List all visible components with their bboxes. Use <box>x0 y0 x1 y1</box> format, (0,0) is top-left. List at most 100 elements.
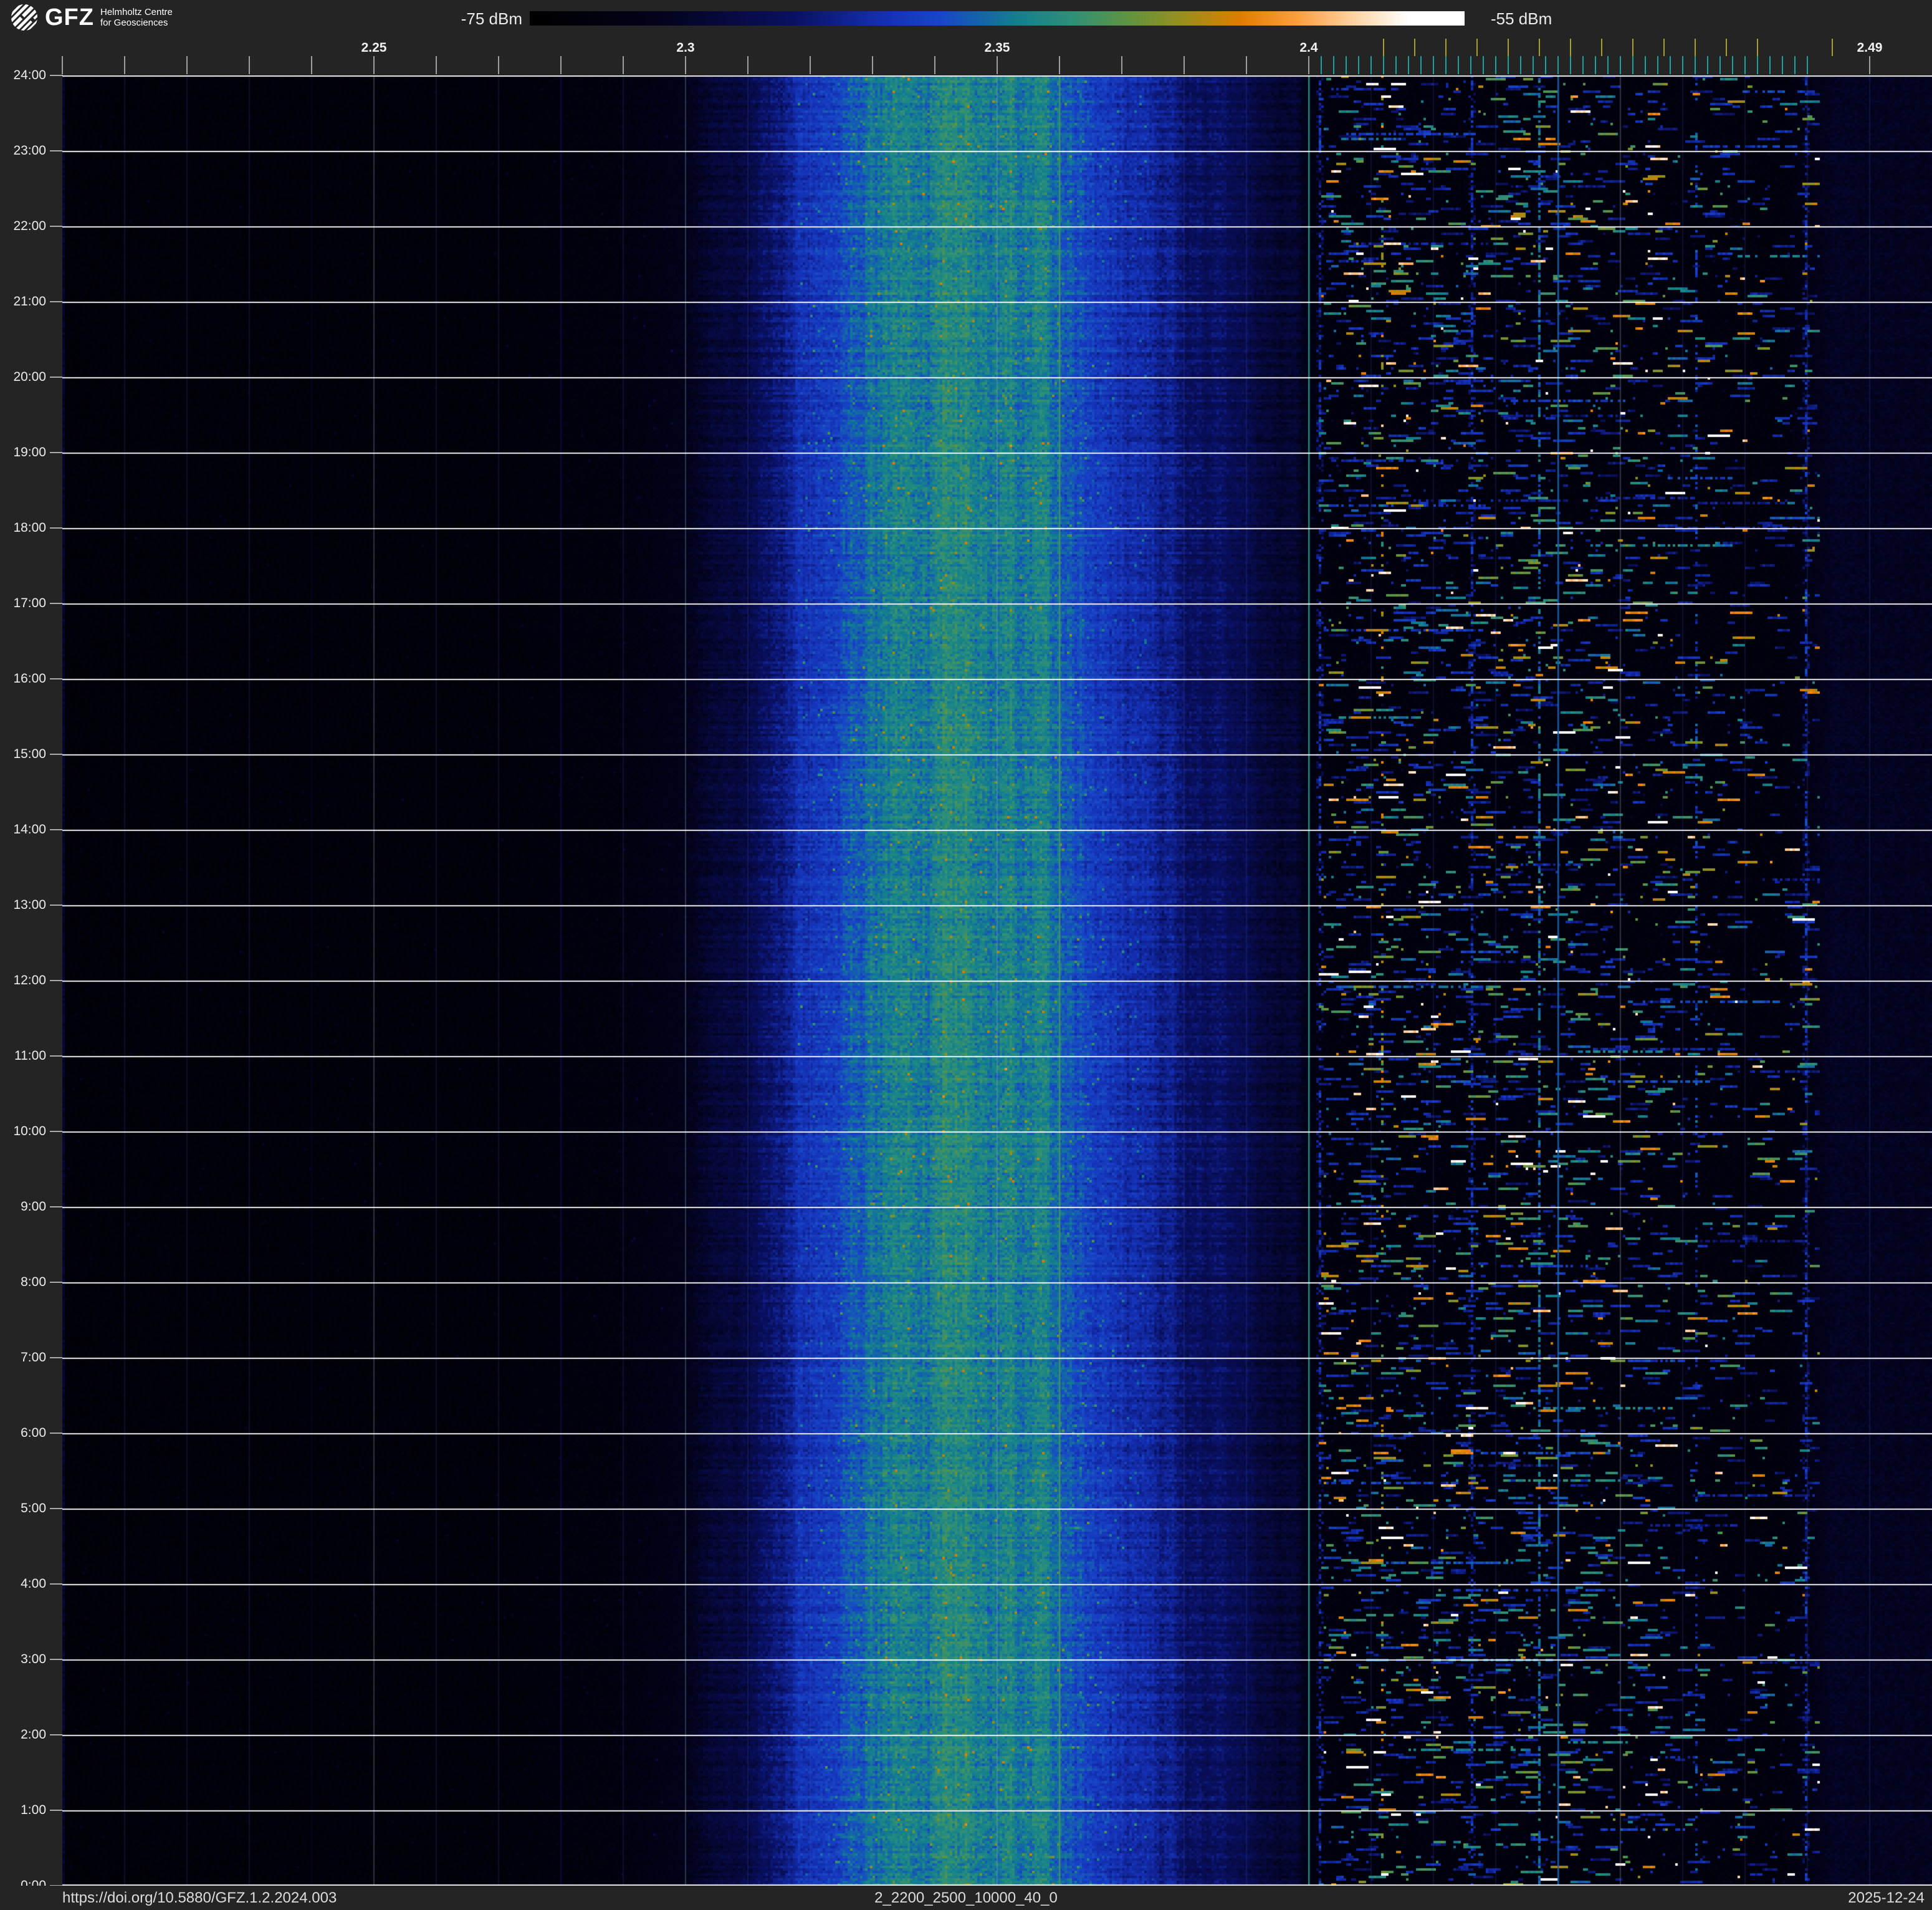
ble-channel-tick <box>1383 56 1384 74</box>
ble-channel-tick <box>1370 56 1372 74</box>
ble-channel-tick <box>1520 56 1521 74</box>
time-tick-label: 2:00 <box>21 1727 46 1742</box>
ble-channel-tick <box>1395 56 1397 74</box>
time-tick-label: 7:00 <box>21 1350 46 1365</box>
date-label: 2025-12-24 <box>1848 1889 1925 1906</box>
ble-channel-tick <box>1333 56 1334 74</box>
wifi-channel-tick <box>1601 39 1602 56</box>
wifi-channel-tick <box>1663 39 1665 56</box>
ble-channel-tick <box>1744 56 1746 74</box>
time-tick-label: 3:00 <box>21 1652 46 1666</box>
ble-channel-tick <box>1732 56 1733 74</box>
ble-channel-tick <box>1533 56 1534 74</box>
time-tick-label: 20:00 <box>13 370 46 384</box>
ble-channel-tick <box>1570 56 1571 74</box>
freq-minor-tick <box>436 56 437 74</box>
time-tick <box>50 829 63 830</box>
colorbar-min-label: -75 dBm <box>461 9 522 28</box>
time-tick-label: 22:00 <box>13 219 46 233</box>
time-tick <box>50 1206 63 1207</box>
ble-channel-tick <box>1620 56 1621 74</box>
freq-minor-tick <box>1246 56 1247 74</box>
time-tick-label: 1:00 <box>21 1803 46 1817</box>
time-tick <box>50 754 63 755</box>
ble-channel-tick <box>1545 56 1546 74</box>
freq-minor-tick <box>685 56 686 74</box>
time-tick-label: 13:00 <box>13 898 46 912</box>
freq-minor-tick <box>623 56 624 74</box>
time-tick <box>50 226 63 227</box>
ble-channel-tick <box>1670 56 1671 74</box>
time-tick <box>50 1583 63 1585</box>
time-tick-label: 9:00 <box>21 1199 46 1214</box>
freq-minor-tick <box>1184 56 1185 74</box>
wifi-channel-tick <box>1726 39 1727 56</box>
colorbar <box>530 11 1465 26</box>
ble-channel-tick <box>1807 56 1808 74</box>
time-tick <box>50 905 63 906</box>
freq-minor-tick <box>872 56 873 74</box>
wifi-channel-tick <box>1476 39 1478 56</box>
time-tick <box>50 1810 63 1811</box>
freq-tick-label: 2.25 <box>361 41 387 55</box>
ble-channel-tick <box>1632 56 1633 74</box>
ble-channel-tick <box>1607 56 1609 74</box>
ble-channel-tick <box>1682 56 1683 74</box>
time-tick <box>50 1357 63 1358</box>
freq-minor-tick <box>124 56 125 74</box>
time-tick <box>50 301 63 302</box>
time-tick <box>50 1432 63 1434</box>
ble-channel-tick <box>1346 56 1347 74</box>
time-tick <box>50 1659 63 1660</box>
time-tick-label: 18:00 <box>13 521 46 535</box>
ble-channel-tick <box>1433 56 1434 74</box>
time-tick <box>50 603 63 604</box>
spectrogram-canvas <box>62 75 1932 1886</box>
freq-minor-tick <box>62 56 63 74</box>
ble-channel-tick <box>1458 56 1459 74</box>
freq-minor-tick <box>747 56 748 74</box>
wifi-channel-tick <box>1632 39 1633 56</box>
time-tick-label: 21:00 <box>13 294 46 309</box>
time-tick <box>50 980 63 981</box>
ble-channel-tick <box>1508 56 1509 74</box>
freq-minor-tick <box>1869 56 1870 74</box>
freq-minor-tick <box>997 56 998 74</box>
ble-channel-tick <box>1657 56 1658 74</box>
freq-tick-label: 2.4 <box>1299 41 1318 55</box>
footer-bar: https://doi.org/10.5880/GFZ.1.2.2024.003… <box>0 1886 1932 1910</box>
freq-minor-tick <box>934 56 935 74</box>
time-tick <box>50 452 63 453</box>
wifi-channel-tick <box>1445 39 1447 56</box>
freq-minor-tick <box>311 56 312 74</box>
wifi-channel-tick <box>1414 39 1415 56</box>
wifi-channel-tick <box>1570 39 1571 56</box>
time-tick-label: 23:00 <box>13 143 46 158</box>
ble-channel-tick <box>1695 56 1696 74</box>
time-tick-label: 15:00 <box>13 747 46 761</box>
wifi-channel-tick <box>1508 39 1509 56</box>
time-tick-label: 19:00 <box>13 445 46 459</box>
time-tick-label: 16:00 <box>13 671 46 686</box>
time-tick-label: 14:00 <box>13 822 46 837</box>
ble-channel-tick <box>1470 56 1471 74</box>
time-tick-label: 24:00 <box>13 68 46 82</box>
time-tick <box>50 1282 63 1283</box>
freq-minor-tick <box>1121 56 1122 74</box>
freq-minor-tick <box>810 56 811 74</box>
ble-channel-tick <box>1595 56 1596 74</box>
ble-channel-tick <box>1483 56 1484 74</box>
wifi-channel-tick <box>1539 39 1540 56</box>
freq-tick-label: 2.49 <box>1857 41 1883 55</box>
time-tick <box>50 1508 63 1509</box>
ble-channel-tick <box>1769 56 1771 74</box>
ble-channel-tick <box>1495 56 1496 74</box>
time-tick <box>50 1734 63 1735</box>
time-tick <box>50 527 63 529</box>
freq-minor-tick <box>249 56 250 74</box>
wifi-channel-tick <box>1695 39 1696 56</box>
time-tick <box>50 678 63 679</box>
time-tick <box>50 75 63 76</box>
freq-minor-tick <box>1059 56 1060 74</box>
ble-channel-tick <box>1321 56 1322 74</box>
